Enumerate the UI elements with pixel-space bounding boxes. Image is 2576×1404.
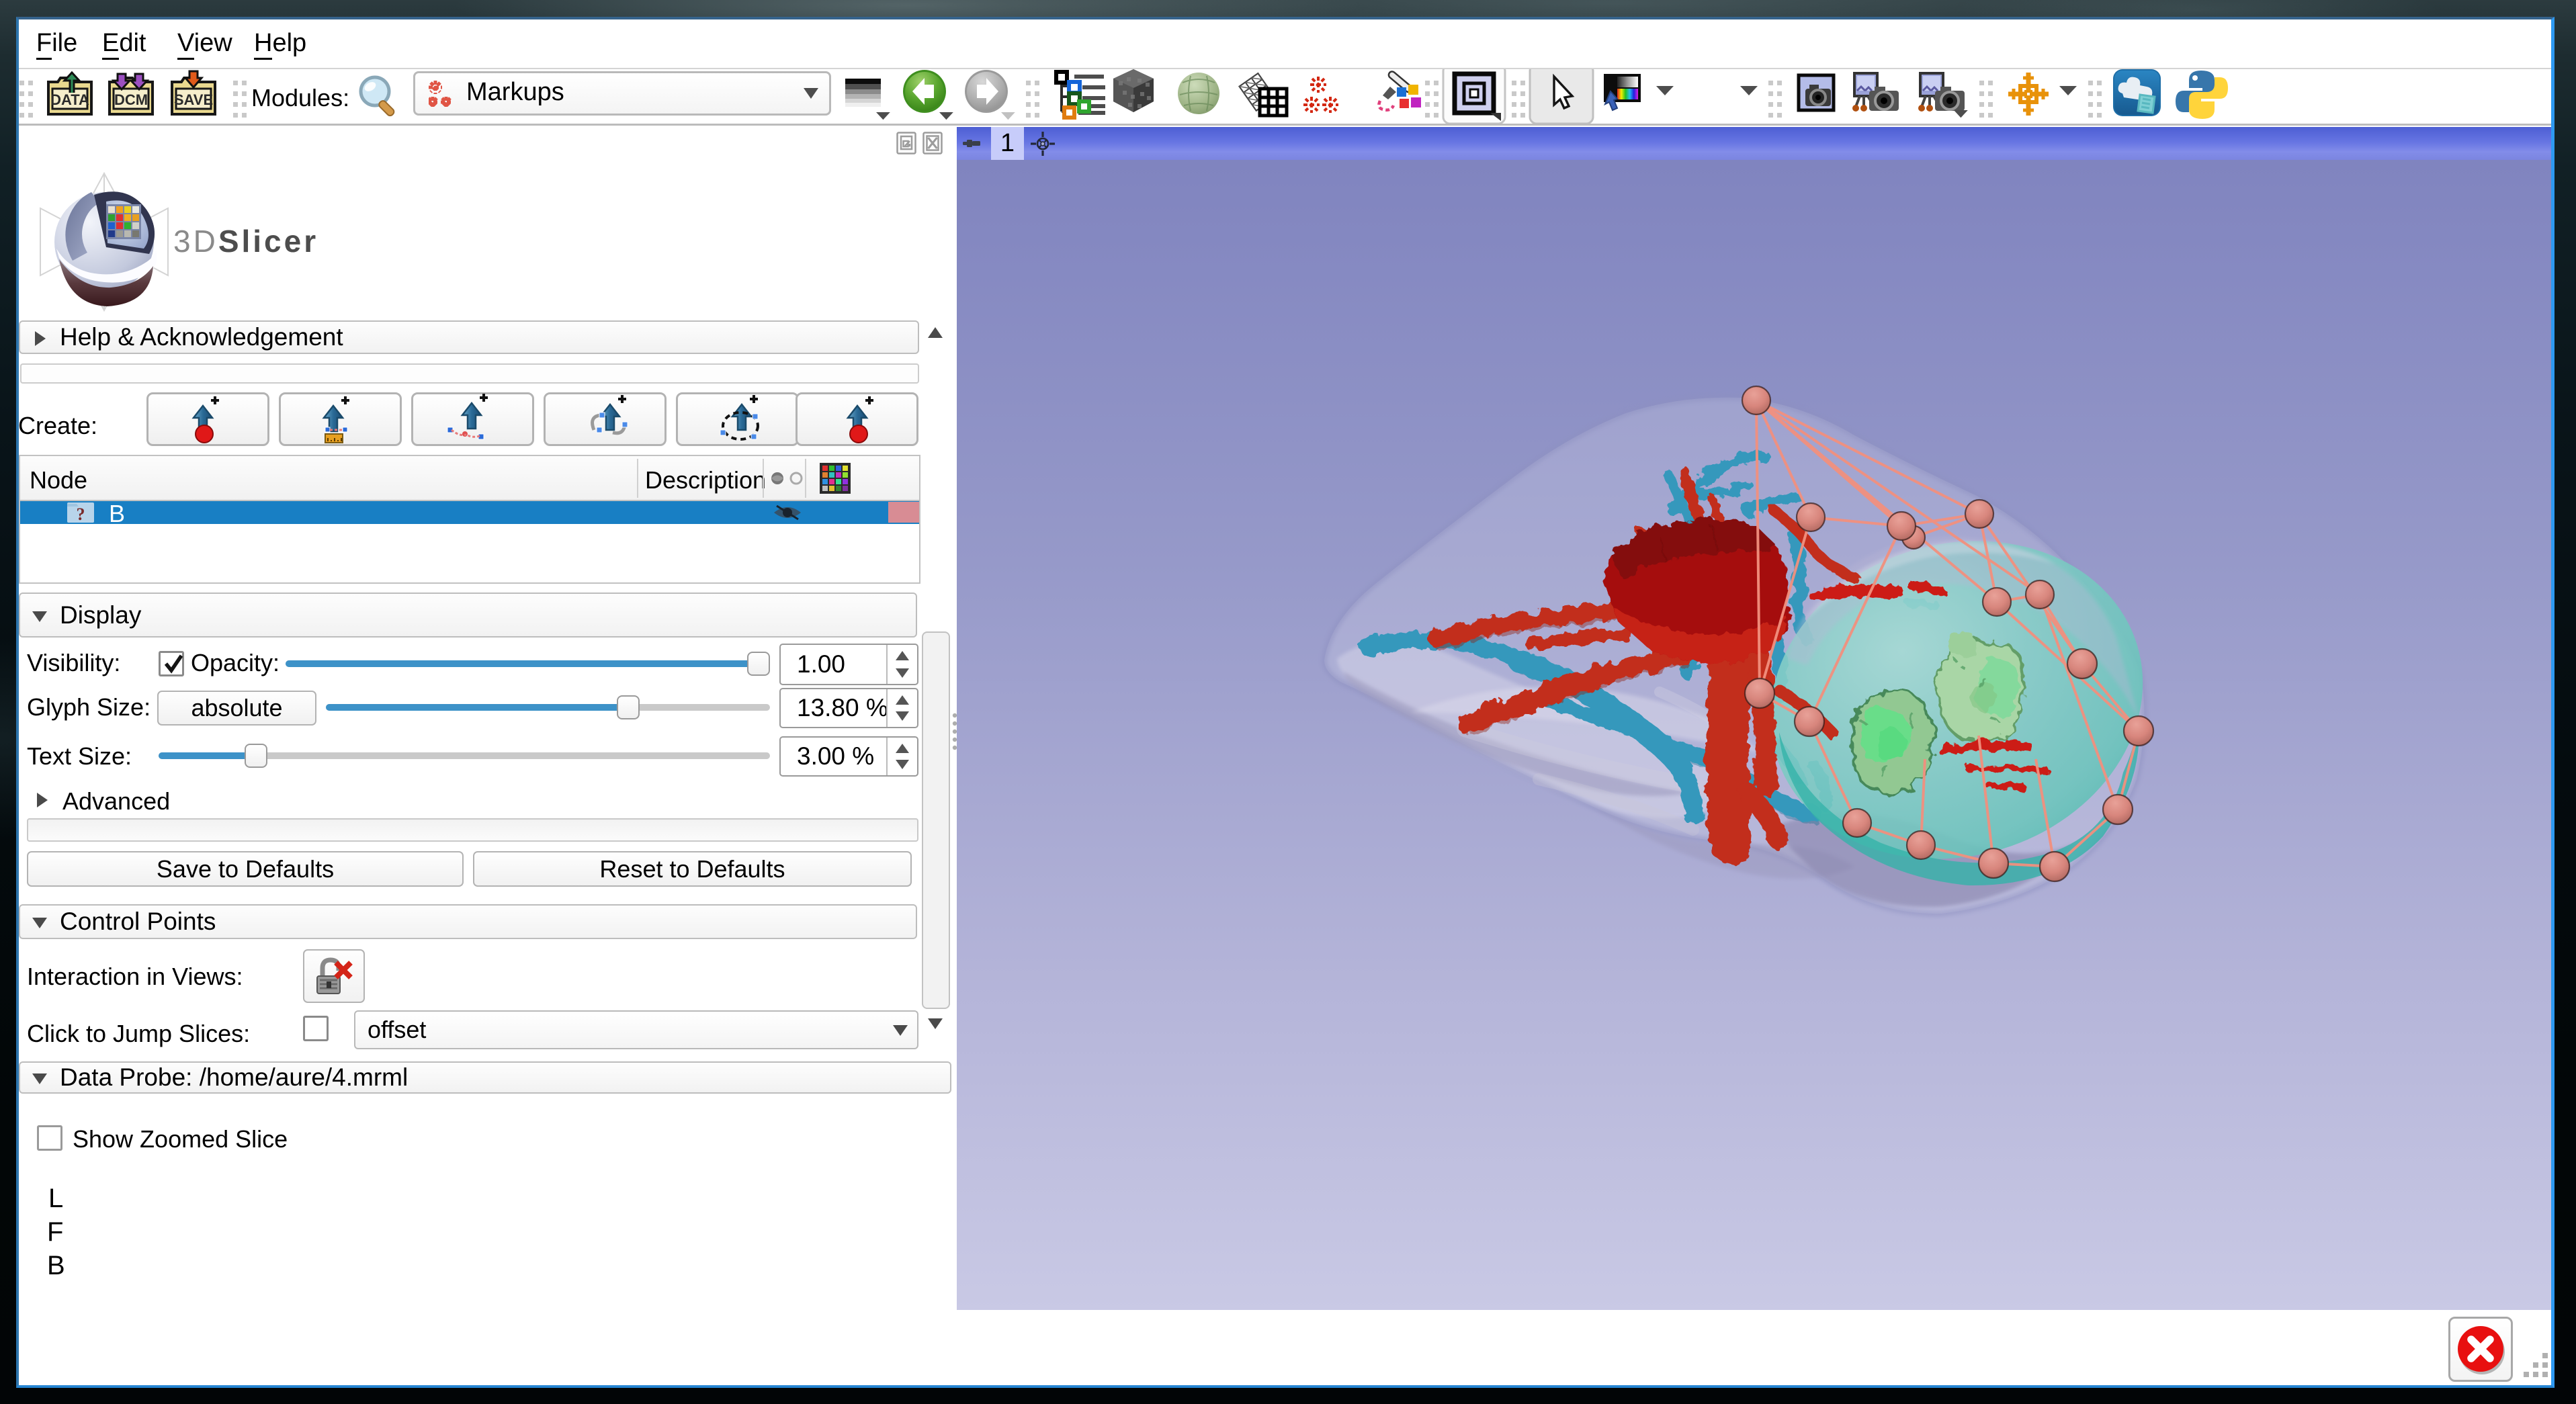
svg-text:SAVE: SAVE xyxy=(174,91,213,108)
svg-text:DCM: DCM xyxy=(114,91,148,108)
svg-text:3DSlicer: 3DSlicer xyxy=(173,224,316,259)
svg-text:?: ? xyxy=(77,504,85,523)
svg-text:DATA: DATA xyxy=(50,91,89,108)
